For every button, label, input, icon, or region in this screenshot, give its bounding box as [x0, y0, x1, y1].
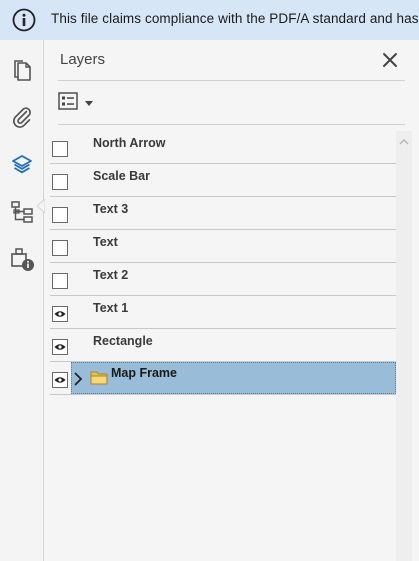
- layer-label: Text 1: [93, 301, 129, 315]
- page-thumbnails-button[interactable]: [7, 58, 37, 88]
- pages-icon: [11, 59, 33, 88]
- banner-message: This file claims compliance with the PDF…: [51, 11, 419, 26]
- layer-row-selected[interactable]: Map Frame: [50, 362, 396, 395]
- folder-icon: [90, 369, 108, 385]
- visibility-toggle[interactable]: [52, 372, 68, 388]
- eye-icon: [54, 344, 66, 350]
- close-panel-button[interactable]: [380, 50, 400, 70]
- model-tree-button[interactable]: [7, 199, 37, 229]
- chevron-right-icon: [74, 372, 83, 386]
- layers-list: North Arrow Scale Bar Text 3 Text Text 2: [50, 131, 396, 561]
- visibility-toggle[interactable]: [52, 273, 68, 289]
- options-list-icon: [58, 91, 80, 115]
- chevron-up-icon: [399, 139, 409, 145]
- visibility-toggle[interactable]: [52, 240, 68, 256]
- layers-panel: Layers North Arrow Scale Bar Text 3 Text…: [44, 40, 419, 561]
- attachments-button[interactable]: [7, 103, 37, 133]
- visibility-toggle[interactable]: [52, 339, 68, 355]
- layer-label: Text 2: [93, 268, 129, 282]
- layer-label: Text 3: [93, 202, 129, 216]
- chevron-down-icon: [85, 94, 93, 112]
- panel-title: Layers: [60, 51, 106, 68]
- layer-row[interactable]: Text 3: [50, 197, 396, 230]
- active-panel-pointer: [36, 197, 47, 215]
- layer-options-button[interactable]: [58, 91, 98, 115]
- paperclip-icon: [10, 104, 34, 133]
- document-info-icon: [9, 246, 35, 277]
- layer-row[interactable]: North Arrow: [50, 131, 396, 164]
- visibility-toggle[interactable]: [52, 207, 68, 223]
- visibility-toggle[interactable]: [52, 306, 68, 322]
- vertical-scrollbar[interactable]: [396, 131, 412, 561]
- layers-icon: [10, 153, 34, 182]
- layer-label: Rectangle: [93, 334, 153, 348]
- close-icon: [383, 53, 397, 67]
- info-banner: This file claims compliance with the PDF…: [0, 0, 419, 40]
- scroll-up-button[interactable]: [396, 135, 412, 149]
- layer-row[interactable]: Text 1: [50, 296, 396, 329]
- layer-label: Text: [93, 235, 118, 249]
- layers-button[interactable]: [7, 152, 37, 182]
- eye-icon: [54, 311, 66, 317]
- eye-icon: [54, 377, 66, 383]
- layer-row[interactable]: Text: [50, 230, 396, 263]
- layer-row[interactable]: Rectangle: [50, 329, 396, 362]
- navigation-rail: [0, 40, 47, 561]
- divider: [58, 80, 405, 81]
- layer-label: Map Frame: [111, 366, 177, 380]
- expand-button[interactable]: [72, 371, 84, 387]
- document-properties-button[interactable]: [7, 246, 37, 276]
- layer-label: North Arrow: [93, 136, 166, 150]
- visibility-toggle[interactable]: [52, 141, 68, 157]
- layer-row[interactable]: Text 2: [50, 263, 396, 296]
- info-icon: [12, 8, 36, 32]
- layer-label: Scale Bar: [93, 169, 150, 183]
- visibility-toggle[interactable]: [52, 174, 68, 190]
- layer-row[interactable]: Scale Bar: [50, 164, 396, 197]
- divider: [58, 124, 405, 125]
- tree-structure-icon: [10, 200, 34, 229]
